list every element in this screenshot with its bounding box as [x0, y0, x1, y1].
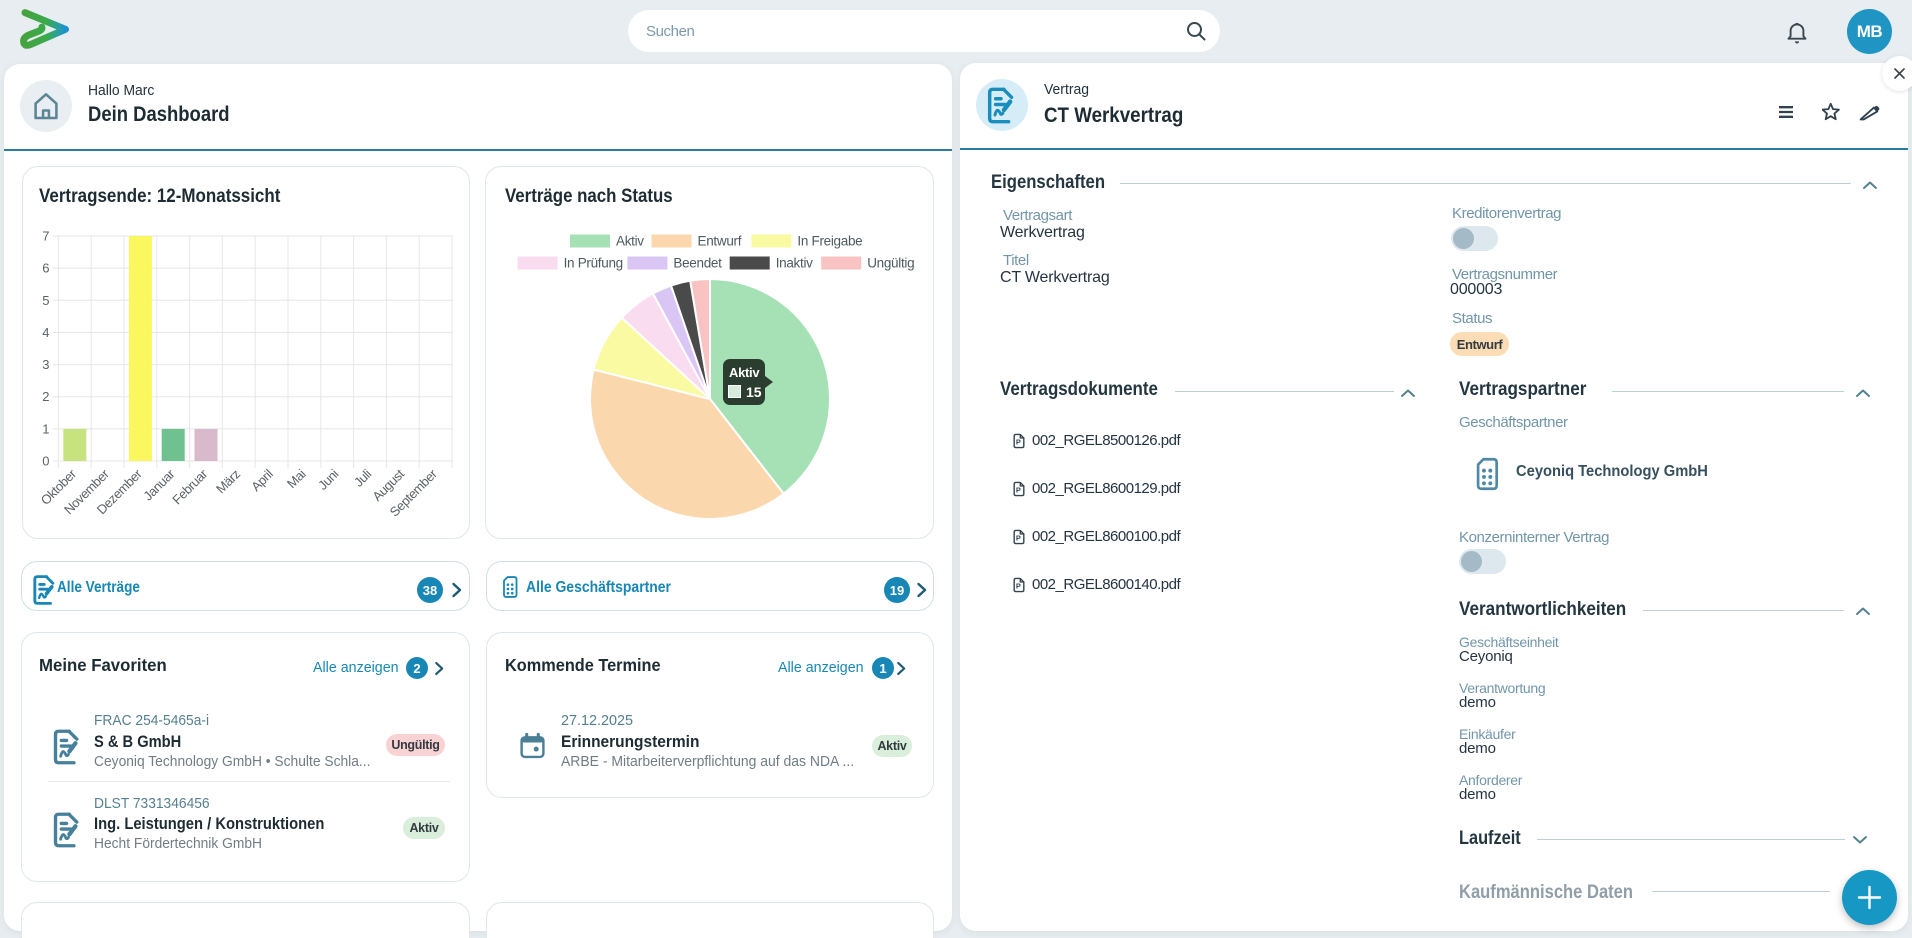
- svg-text:2: 2: [42, 389, 49, 404]
- svg-text:3: 3: [42, 357, 49, 372]
- svg-text:Ungültig: Ungültig: [867, 256, 914, 271]
- svg-text:P: P: [1016, 438, 1021, 447]
- svg-text:P: P: [1016, 582, 1021, 591]
- svg-text:März: März: [213, 467, 243, 497]
- svg-text:P: P: [1016, 534, 1021, 543]
- svg-text:Entwurf: Entwurf: [698, 234, 742, 249]
- svg-text:7: 7: [42, 229, 49, 244]
- svg-text:Juli: Juli: [351, 466, 375, 490]
- svg-text:Februar: Februar: [169, 466, 211, 508]
- svg-text:1: 1: [42, 421, 49, 436]
- svg-text:In Freigabe: In Freigabe: [797, 234, 862, 249]
- svg-text:P: P: [1016, 486, 1021, 495]
- svg-text:Beendet: Beendet: [673, 256, 722, 271]
- svg-text:4: 4: [42, 325, 49, 340]
- svg-text:April: April: [248, 466, 276, 494]
- svg-text:5: 5: [42, 293, 49, 308]
- svg-text:In Prüfung: In Prüfung: [564, 256, 623, 271]
- svg-text:0: 0: [42, 454, 49, 469]
- svg-text:Inaktiv: Inaktiv: [776, 256, 813, 271]
- svg-text:Juni: Juni: [315, 466, 342, 493]
- svg-text:6: 6: [42, 261, 49, 276]
- svg-text:Mai: Mai: [284, 466, 309, 491]
- svg-text:Aktiv: Aktiv: [616, 234, 644, 249]
